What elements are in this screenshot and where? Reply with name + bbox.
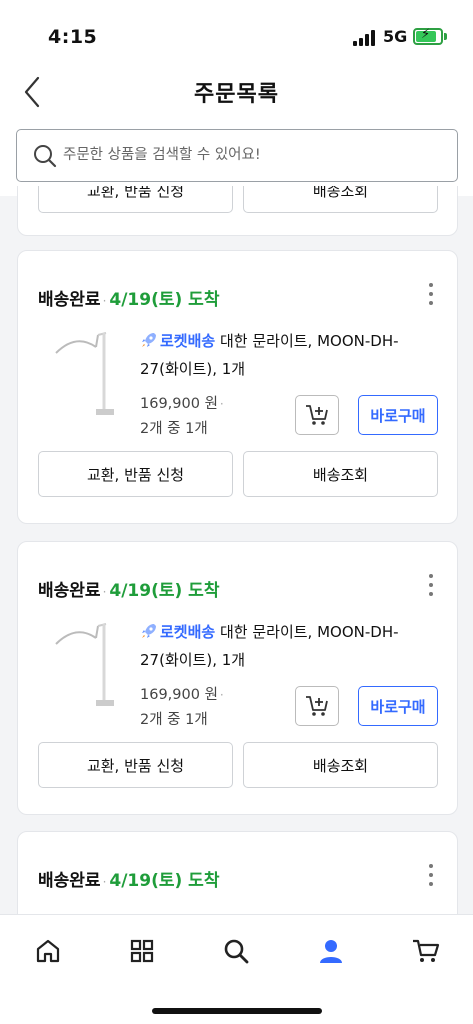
product-thumbnail[interactable] <box>38 323 138 423</box>
more-options-icon[interactable] <box>421 572 441 598</box>
product-price: 169,900 원 · <box>140 687 224 703</box>
order-card: 배송완료 · 4/19(토) 도착 로켓배송 대한 문라이트, MOON-DH-27… <box>17 541 458 815</box>
add-cart-icon <box>306 696 328 716</box>
more-options-icon[interactable] <box>421 281 441 307</box>
bottom-tab-bar <box>0 914 473 1024</box>
order-list: 교환, 반품 신청 배송조회 배송완료 · 4/19(토) 도착 로켓배송 대한 문… <box>0 186 473 914</box>
order-card-partial: 교환, 반품 신청 배송조회 <box>17 186 458 236</box>
search-icon <box>224 939 249 964</box>
order-status-line: 배송완료 · 4/19(토) 도착 <box>38 581 220 601</box>
product-title[interactable]: 로켓배송 대한 문라이트, MOON-DH-27(화이트), 1개 <box>140 618 430 674</box>
home-tab[interactable] <box>30 933 66 969</box>
status-time: 4:15 <box>48 26 98 48</box>
battery-tip <box>444 33 447 40</box>
product-quantity: 2개 중 1개 <box>140 712 208 728</box>
add-to-cart-button[interactable] <box>295 395 339 435</box>
rocket-icon <box>142 333 156 347</box>
search-icon <box>34 145 57 168</box>
track-delivery-button[interactable]: 배송조회 <box>243 742 438 788</box>
signal-icon <box>353 30 377 46</box>
buy-now-button[interactable]: 바로구매 <box>358 686 438 726</box>
delivery-status: 배송완료 <box>38 871 101 891</box>
search-bar <box>0 116 473 196</box>
rocket-delivery-badge: 로켓배송 <box>160 332 216 350</box>
track-delivery-button[interactable]: 배송조회 <box>243 186 438 213</box>
network-label: 5G <box>383 27 408 46</box>
search-tab[interactable] <box>218 933 254 969</box>
exchange-return-button[interactable]: 교환, 반품 신청 <box>38 742 233 788</box>
category-tab[interactable] <box>124 933 160 969</box>
order-status-line: 배송완료 · 4/19(토) 도착 <box>38 871 220 891</box>
order-card: 배송완료 · 4/19(토) 도착 <box>17 831 458 914</box>
cart-icon <box>413 939 440 962</box>
rocket-icon <box>142 624 156 638</box>
order-status-line: 배송완료 · 4/19(토) 도착 <box>38 290 220 310</box>
delivery-status: 배송완료 <box>38 290 101 310</box>
my-profile-icon <box>320 940 342 963</box>
battery-icon: ⚡ <box>413 27 443 45</box>
delivery-status: 배송완료 <box>38 581 101 601</box>
arrival-date: 4/19(토) 도착 <box>109 290 220 310</box>
search-box[interactable] <box>16 129 458 182</box>
exchange-return-button[interactable]: 교환, 반품 신청 <box>38 186 233 213</box>
product-quantity: 2개 중 1개 <box>140 421 208 437</box>
cart-tab[interactable] <box>408 933 444 969</box>
add-to-cart-button[interactable] <box>295 686 339 726</box>
product-price: 169,900 원 · <box>140 396 224 412</box>
category-grid-icon <box>130 939 154 963</box>
add-cart-icon <box>306 405 328 425</box>
arrival-date: 4/19(토) 도착 <box>109 871 220 891</box>
order-card: 배송완료 · 4/19(토) 도착 로켓배송 대한 문라이트, MOON-DH-27… <box>17 250 458 524</box>
exchange-return-button[interactable]: 교환, 반품 신청 <box>38 451 233 497</box>
arrival-date: 4/19(토) 도착 <box>109 581 220 601</box>
product-thumbnail[interactable] <box>38 614 138 714</box>
track-delivery-button[interactable]: 배송조회 <box>243 451 438 497</box>
page-title: 주문목록 <box>194 82 279 107</box>
my-page-tab[interactable] <box>313 933 349 969</box>
status-bar: 4:15 5G ⚡ <box>0 0 473 70</box>
product-title[interactable]: 로켓배송 대한 문라이트, MOON-DH-27(화이트), 1개 <box>140 327 430 383</box>
header: 주문목록 <box>0 70 473 116</box>
home-indicator <box>152 1008 322 1014</box>
rocket-delivery-badge: 로켓배송 <box>160 623 216 641</box>
search-input[interactable] <box>63 140 443 170</box>
more-options-icon[interactable] <box>421 862 441 888</box>
home-icon <box>36 939 60 963</box>
buy-now-button[interactable]: 바로구매 <box>358 395 438 435</box>
